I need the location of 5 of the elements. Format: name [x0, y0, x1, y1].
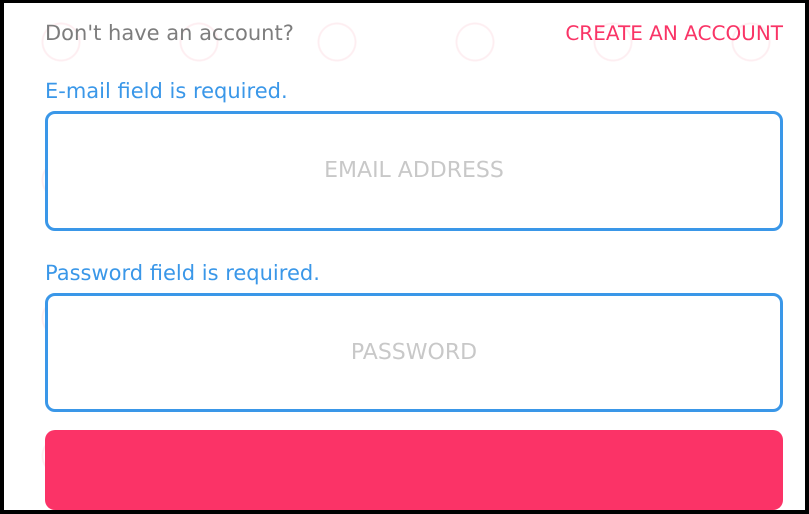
create-account-link[interactable]: CREATE AN ACCOUNT	[565, 21, 783, 45]
sign-in-button[interactable]	[45, 430, 783, 510]
error-message: E-mail field is required.	[45, 79, 289, 103]
signup-prompt: Don't have an account?	[45, 21, 294, 45]
error-message: Password field is required.	[45, 260, 321, 284]
